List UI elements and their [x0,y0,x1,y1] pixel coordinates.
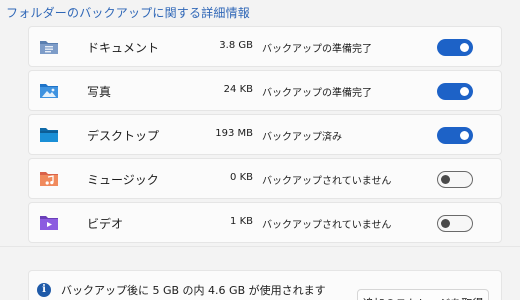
music-folder-icon [39,170,59,187]
toggle-knob [441,175,450,184]
folder-size: 24 KB [223,84,253,95]
folder-name: ビデオ [87,217,124,231]
videos-folder-icon [39,214,59,231]
folder-row-videos: ビデオ 1 KB バックアップされていません [28,202,502,243]
folder-size: 3.8 GB [219,40,253,51]
music-backup-toggle[interactable] [437,171,473,188]
desktop-backup-toggle[interactable] [437,127,473,144]
folder-status: バックアップされていません [262,220,392,231]
folder-status: バックアップの準備完了 [262,44,372,55]
section-divider [0,246,520,247]
storage-info-panel: i バックアップ後に 5 GB の内 4.6 GB が使用されます 追加のストレ… [28,270,502,300]
toggle-knob [460,87,469,96]
toggle-knob [460,43,469,52]
videos-backup-toggle[interactable] [437,215,473,232]
folder-name: デスクトップ [87,129,160,143]
pictures-backup-toggle[interactable] [437,83,473,100]
folder-status: バックアップされていません [262,176,392,187]
folder-row-pictures: 写真 24 KB バックアップの準備完了 [28,70,502,111]
folder-name: ドキュメント [87,41,160,55]
info-icon: i [37,283,51,297]
section-title: フォルダーのバックアップに関する詳細情報 [6,6,251,20]
folder-name: ミュージック [87,173,159,187]
pictures-folder-icon [39,82,59,99]
documents-backup-toggle[interactable] [437,39,473,56]
folder-size: 0 KB [230,172,253,183]
folder-status: バックアップの準備完了 [262,88,372,99]
documents-folder-icon [39,38,59,55]
folder-size: 193 MB [215,128,253,139]
toggle-knob [441,219,450,228]
backup-details-page: フォルダーのバックアップに関する詳細情報 ドキュメント 3.8 GB バックアッ… [0,0,520,300]
toggle-knob [460,131,469,140]
folder-size: 1 KB [230,216,253,227]
folder-row-desktop: デスクトップ 193 MB バックアップ済み [28,114,502,155]
folder-row-documents: ドキュメント 3.8 GB バックアップの準備完了 [28,26,502,67]
storage-usage-text: バックアップ後に 5 GB の内 4.6 GB が使用されます [61,284,326,297]
desktop-folder-icon [39,126,59,143]
folder-name: 写真 [87,85,112,99]
folder-row-music: ミュージック 0 KB バックアップされていません [28,158,502,199]
folder-list: ドキュメント 3.8 GB バックアップの準備完了 写真 24 KB バックアッ… [28,26,502,246]
folder-status: バックアップ済み [262,132,342,143]
get-more-storage-button[interactable]: 追加のストレージを取得 [357,289,489,300]
